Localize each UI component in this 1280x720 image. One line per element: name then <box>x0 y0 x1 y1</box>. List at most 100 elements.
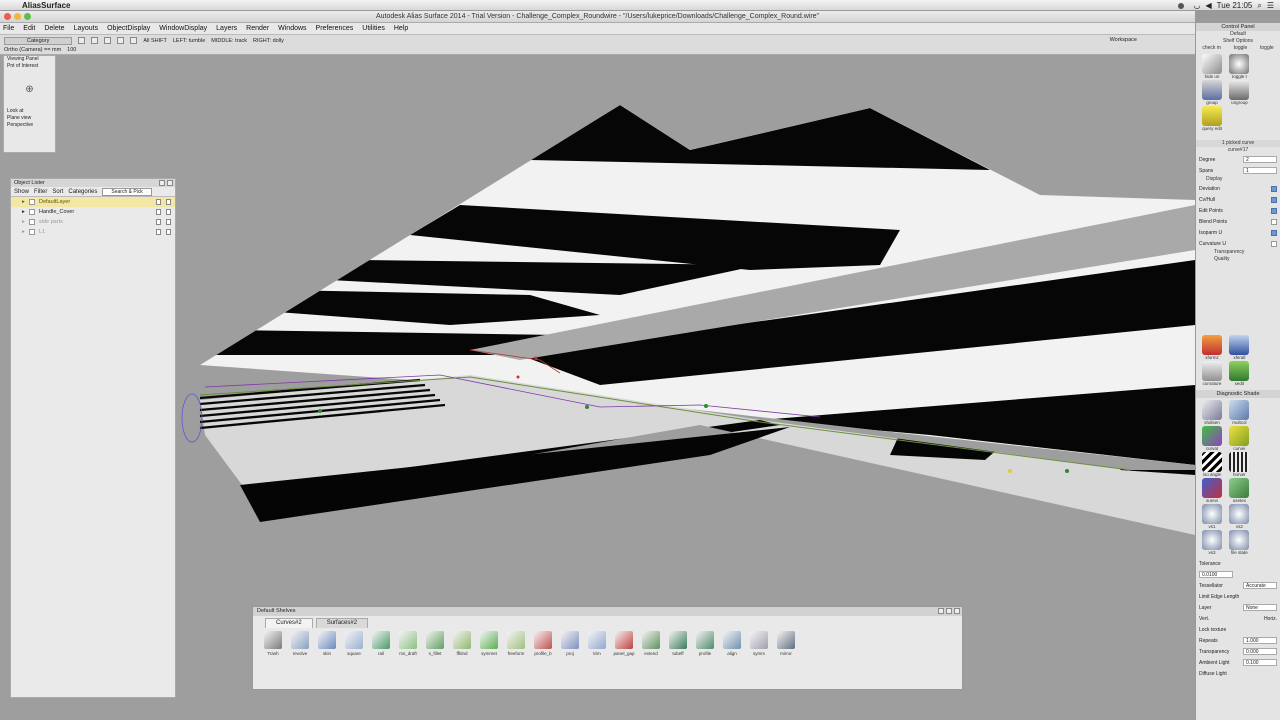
lister-search-input[interactable]: Search & Pick <box>102 187 152 196</box>
diag-texture-button[interactable]: usetex <box>1226 478 1252 503</box>
tab-surfaces[interactable]: Surfaces#2 <box>315 618 369 628</box>
expand-icon[interactable]: ▸ <box>22 217 25 227</box>
repeats-field[interactable]: 1.000 <box>1243 637 1277 644</box>
camera-label[interactable]: Ortho (Camera) == mm <box>4 47 61 53</box>
horiz-radio[interactable]: Horiz. <box>1264 616 1277 622</box>
diag-surface-button[interactable]: surevi <box>1199 478 1225 503</box>
limit-edge-label[interactable]: Limit Edge Length <box>1199 594 1239 600</box>
layer-item[interactable]: ▸ L1 <box>11 227 175 237</box>
visibility-box[interactable] <box>29 209 35 215</box>
expand-icon[interactable]: ▸ <box>22 197 25 207</box>
menu-edit[interactable]: Edit <box>23 25 35 32</box>
diag-horizontal-button[interactable]: horver <box>1226 452 1252 477</box>
spans-field[interactable]: 1 <box>1243 167 1277 174</box>
shelf-tool-rail[interactable]: rail <box>369 631 393 656</box>
expand-icon[interactable]: ▸ <box>22 207 25 217</box>
plane-view-label[interactable]: Plane view <box>4 115 55 122</box>
diag-vs2-button[interactable]: vs2 <box>1226 504 1252 529</box>
layer-flag-icon[interactable] <box>156 199 161 205</box>
menu-windowdisplay[interactable]: WindowDisplay <box>159 25 207 32</box>
diag-multicolor-button[interactable]: multcol <box>1226 400 1252 425</box>
poi-label[interactable]: Pnt of Interest <box>4 63 55 70</box>
lister-menu-show[interactable]: Show <box>14 189 29 195</box>
menu-objectdisplay[interactable]: ObjectDisplay <box>107 25 150 32</box>
toggle-template-button[interactable]: toggle t <box>1226 54 1252 79</box>
layer-flag-icon[interactable] <box>156 209 161 215</box>
degree-field[interactable]: 2 <box>1243 156 1277 163</box>
shelf-tool-revolve[interactable]: revolve <box>288 631 312 656</box>
shelf-close-icon[interactable] <box>954 608 960 614</box>
layer-lock-icon[interactable] <box>166 219 171 225</box>
layer-lock-icon[interactable] <box>166 199 171 205</box>
tab-check[interactable]: check m <box>1202 45 1221 52</box>
menu-layouts[interactable]: Layouts <box>74 25 99 32</box>
menu-layers[interactable]: Layers <box>216 25 237 32</box>
shelf-tool-symmet[interactable]: symmet <box>477 631 501 656</box>
shelf-tool-ffblnd[interactable]: ffblnd <box>450 631 474 656</box>
shelf-options-icon[interactable] <box>938 608 944 614</box>
shelf-tool-profile[interactable]: profile <box>693 631 717 656</box>
query-edit-button[interactable]: query edit <box>1199 106 1225 131</box>
category-select[interactable]: Category <box>4 36 73 45</box>
menu-file[interactable]: File <box>3 25 14 32</box>
layer-lock-icon[interactable] <box>166 229 171 235</box>
curvature-checkbox[interactable] <box>1271 240 1277 247</box>
diag-surface-eval-button[interactable]: curvei <box>1226 426 1252 451</box>
palette-icon-2[interactable] <box>91 37 99 44</box>
diag-vs3-button[interactable]: vs3 <box>1199 530 1225 555</box>
volume-icon[interactable]: ◀ <box>1205 1 1211 10</box>
shelf-tool-proj[interactable]: proj <box>558 631 582 656</box>
menu-help[interactable]: Help <box>394 25 408 32</box>
visibility-box[interactable] <box>29 219 35 225</box>
expand-icon[interactable]: ▸ <box>22 227 25 237</box>
tab-toggle-2[interactable]: toggle <box>1260 45 1274 52</box>
group-button[interactable]: group <box>1199 80 1225 105</box>
view-navigator-icon[interactable]: ⊕ <box>4 70 55 108</box>
preset-select[interactable]: Default <box>1196 31 1280 38</box>
tessellator-select[interactable]: Accurate <box>1243 582 1277 589</box>
menu-utilities[interactable]: Utilities <box>362 25 385 32</box>
palette-icon-1[interactable] <box>78 37 86 44</box>
xform-button[interactable]: xformz <box>1199 335 1225 360</box>
ortho-value[interactable]: 100 <box>67 47 76 53</box>
clock[interactable]: Tue 21:05 <box>1217 1 1253 10</box>
shelf-tool-trash[interactable]: Trash <box>261 631 285 656</box>
display-section[interactable]: Display <box>1196 176 1280 183</box>
lock-texture-checkbox[interactable]: Lock texture <box>1199 627 1226 633</box>
layer-lock-icon[interactable] <box>166 209 171 215</box>
shelf-tool-symm[interactable]: symm <box>747 631 771 656</box>
diag-isoangle-button[interactable]: iso angle <box>1199 452 1225 477</box>
menu-delete[interactable]: Delete <box>44 25 64 32</box>
ambient-field[interactable]: 0.100 <box>1243 659 1277 666</box>
spotlight-icon[interactable]: ⌕ <box>1257 1 1261 11</box>
transparency-field[interactable]: 0.000 <box>1243 648 1277 655</box>
shelf-tool-mirror[interactable]: mirror <box>774 631 798 656</box>
lister-restore-icon[interactable] <box>159 180 165 186</box>
diag-file-state-button[interactable]: file state <box>1226 530 1252 555</box>
lister-menu-sort[interactable]: Sort <box>52 189 63 195</box>
perspective-label[interactable]: Perspective <box>4 122 55 129</box>
record-icon[interactable] <box>1178 2 1185 9</box>
layer-item[interactable]: ▸ DefaultLayer <box>11 197 175 207</box>
blendpoints-checkbox[interactable] <box>1271 218 1277 225</box>
deviation-checkbox[interactable] <box>1271 185 1277 192</box>
curvature-button[interactable]: curvature <box>1199 361 1225 386</box>
shelf-tool-profile-b[interactable]: profile_b <box>531 631 555 656</box>
shelf-tool-tubeff[interactable]: tubeff <box>666 631 690 656</box>
notification-icon[interactable]: ☰ <box>1267 1 1274 10</box>
diag-curvature-button[interactable]: curvat <box>1199 426 1225 451</box>
layer-item[interactable]: ▸ Handle_Cover <box>11 207 175 217</box>
layer-flag-icon[interactable] <box>156 229 161 235</box>
cvhull-checkbox[interactable] <box>1271 196 1277 203</box>
xferall-button[interactable]: xferall <box>1226 335 1252 360</box>
layer-item[interactable]: ▸ side parts <box>11 217 175 227</box>
layer-flag-icon[interactable] <box>156 219 161 225</box>
shelf-tool-square[interactable]: square <box>342 631 366 656</box>
shelf-options-button[interactable]: Shelf Options <box>1196 38 1280 45</box>
shelf-tool-s-fillet[interactable]: s_fillet <box>423 631 447 656</box>
palette-icon-3[interactable] <box>104 37 112 44</box>
layer-select[interactable]: None <box>1243 604 1277 611</box>
palette-icon-5[interactable] <box>130 37 138 44</box>
menu-windows[interactable]: Windows <box>278 25 306 32</box>
diag-vs1-button[interactable]: vs1 <box>1199 504 1225 529</box>
